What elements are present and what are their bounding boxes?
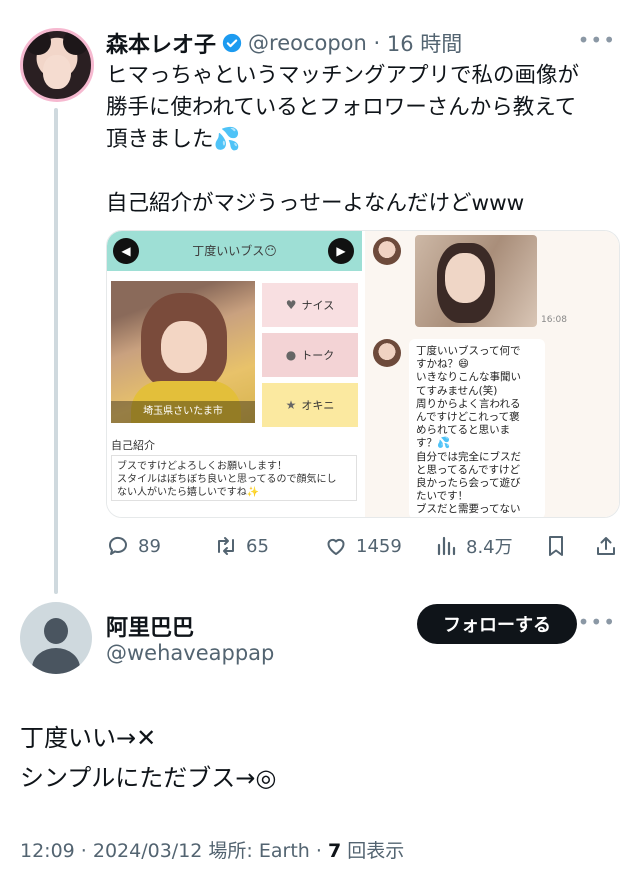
like-icon bbox=[327, 538, 345, 555]
reply-text: 丁度いい→✕ シンプルにただブス→◎ bbox=[20, 718, 276, 798]
retweet-button[interactable]: 65 bbox=[214, 530, 269, 562]
reply-icon bbox=[108, 536, 127, 555]
tweet-meta: 12:09 · 2024/03/12 場所: Earth · 7 回表示 bbox=[20, 836, 404, 863]
chat-avatar bbox=[373, 237, 401, 265]
follow-button[interactable]: フォローする bbox=[417, 604, 577, 644]
favorite-button: ★ オキニ bbox=[262, 383, 358, 427]
reply-text-line: 丁度いい→✕ bbox=[20, 724, 157, 752]
tweet-text-line: 自己紹介がマジうっせーよなんだけどwww bbox=[106, 191, 525, 216]
tweet-time[interactable]: 16 時間 bbox=[387, 28, 462, 58]
share-button[interactable] bbox=[594, 530, 618, 562]
tweet-header: 森本レオ子 @reocopon · 16 時間 bbox=[106, 26, 462, 60]
timestamp-location[interactable]: 12:09 · 2024/03/12 場所: Earth · bbox=[20, 840, 328, 862]
default-avatar-icon[interactable] bbox=[20, 602, 92, 674]
reply-text-line: シンプルにただブス→◎ bbox=[20, 764, 277, 792]
chat-screen: 16:08 丁度いいブスって何で すかね？😄 いきなりこんな事聞い てすみません… bbox=[365, 231, 619, 517]
reply-count: 89 bbox=[138, 535, 161, 557]
tweet-media[interactable]: ◀ 丁度いいブス😶 ▶ 埼玉県さいたま市 ♥ ナイス ● トーク ★ オキニ 自… bbox=[106, 230, 620, 518]
avatar-ear-right bbox=[63, 31, 89, 55]
like-count: 1459 bbox=[356, 535, 402, 557]
tweet-text-line: 勝手に使われているとフォロワーさんから教えて bbox=[106, 95, 577, 120]
chat-avatar bbox=[373, 339, 401, 367]
photo-face bbox=[161, 321, 207, 373]
chat-photo-face bbox=[445, 253, 485, 303]
view-count-suffix: 回表示 bbox=[341, 840, 405, 862]
avatar-ear-left bbox=[25, 31, 51, 55]
profile-location: 埼玉県さいたま市 bbox=[111, 401, 255, 423]
reply-author-name[interactable]: 阿里巴巴 bbox=[106, 610, 194, 642]
profile-photo: 埼玉県さいたま市 bbox=[111, 281, 255, 423]
star-icon: ★ bbox=[285, 398, 297, 412]
bookmark-button[interactable] bbox=[544, 530, 568, 562]
share-icon bbox=[597, 537, 615, 555]
intro-label: 自己紹介 bbox=[111, 439, 155, 452]
views-icon bbox=[437, 536, 456, 556]
chat-photo bbox=[415, 235, 537, 327]
retweet-count: 65 bbox=[246, 535, 269, 557]
view-count-number: 7 bbox=[327, 840, 342, 862]
next-arrow-icon: ▶ bbox=[328, 238, 354, 264]
speech-bubble-icon: ● bbox=[285, 348, 297, 362]
tweet-text-line: ヒマっちゃというマッチングアプリで私の画像が bbox=[106, 63, 580, 88]
heart-icon: ♥ bbox=[285, 298, 297, 312]
more-icon[interactable]: ••• bbox=[578, 610, 616, 634]
nice-button: ♥ ナイス bbox=[262, 283, 358, 327]
avatar-body-shape bbox=[32, 648, 80, 674]
separator-dot: · bbox=[366, 31, 387, 55]
view-count: 8.4万 bbox=[466, 537, 513, 558]
author-avatar[interactable] bbox=[20, 28, 94, 102]
retweet-icon bbox=[218, 537, 234, 555]
like-button[interactable]: 1459 bbox=[324, 530, 402, 562]
reply-author-handle[interactable]: @wehaveappap bbox=[106, 641, 274, 665]
bookmark-icon bbox=[549, 536, 563, 556]
app-header-bar: ◀ 丁度いいブス😶 ▶ bbox=[107, 231, 362, 271]
app-profile-screen: ◀ 丁度いいブス😶 ▶ 埼玉県さいたま市 ♥ ナイス ● トーク ★ オキニ 自… bbox=[107, 231, 362, 517]
tweet-text: ヒマっちゃというマッチングアプリで私の画像が 勝手に使われているとフォロワーさん… bbox=[106, 60, 616, 220]
author-handle[interactable]: @reocopon bbox=[248, 31, 367, 55]
talk-label: トーク bbox=[301, 349, 335, 362]
thread-line bbox=[54, 108, 58, 594]
avatar-head-shape bbox=[44, 618, 68, 644]
tweet-text-line: 頂きました💦 bbox=[106, 127, 241, 152]
tweet-actions: 89 65 1459 8.4万 bbox=[106, 530, 618, 562]
more-icon[interactable]: ••• bbox=[578, 28, 616, 52]
author-name[interactable]: 森本レオ子 bbox=[106, 27, 216, 59]
intro-text: ブスですけどよろしくお願いします！ スタイルはぼちぼち良いと思ってるので顔気にし… bbox=[111, 455, 357, 501]
chat-message: 丁度いいブスって何で すかね？😄 いきなりこんな事聞い てすみません(笑) 周り… bbox=[409, 339, 545, 517]
views-button[interactable]: 8.4万 bbox=[434, 530, 513, 562]
verified-badge-icon bbox=[222, 33, 242, 53]
talk-button: ● トーク bbox=[262, 333, 358, 377]
avatar-face bbox=[43, 55, 71, 89]
app-title: 丁度いいブス😶 bbox=[192, 244, 277, 258]
chat-time: 16:08 bbox=[541, 315, 567, 325]
fav-label: オキニ bbox=[301, 399, 335, 412]
reply-button[interactable]: 89 bbox=[106, 530, 161, 562]
nice-label: ナイス bbox=[301, 299, 335, 312]
